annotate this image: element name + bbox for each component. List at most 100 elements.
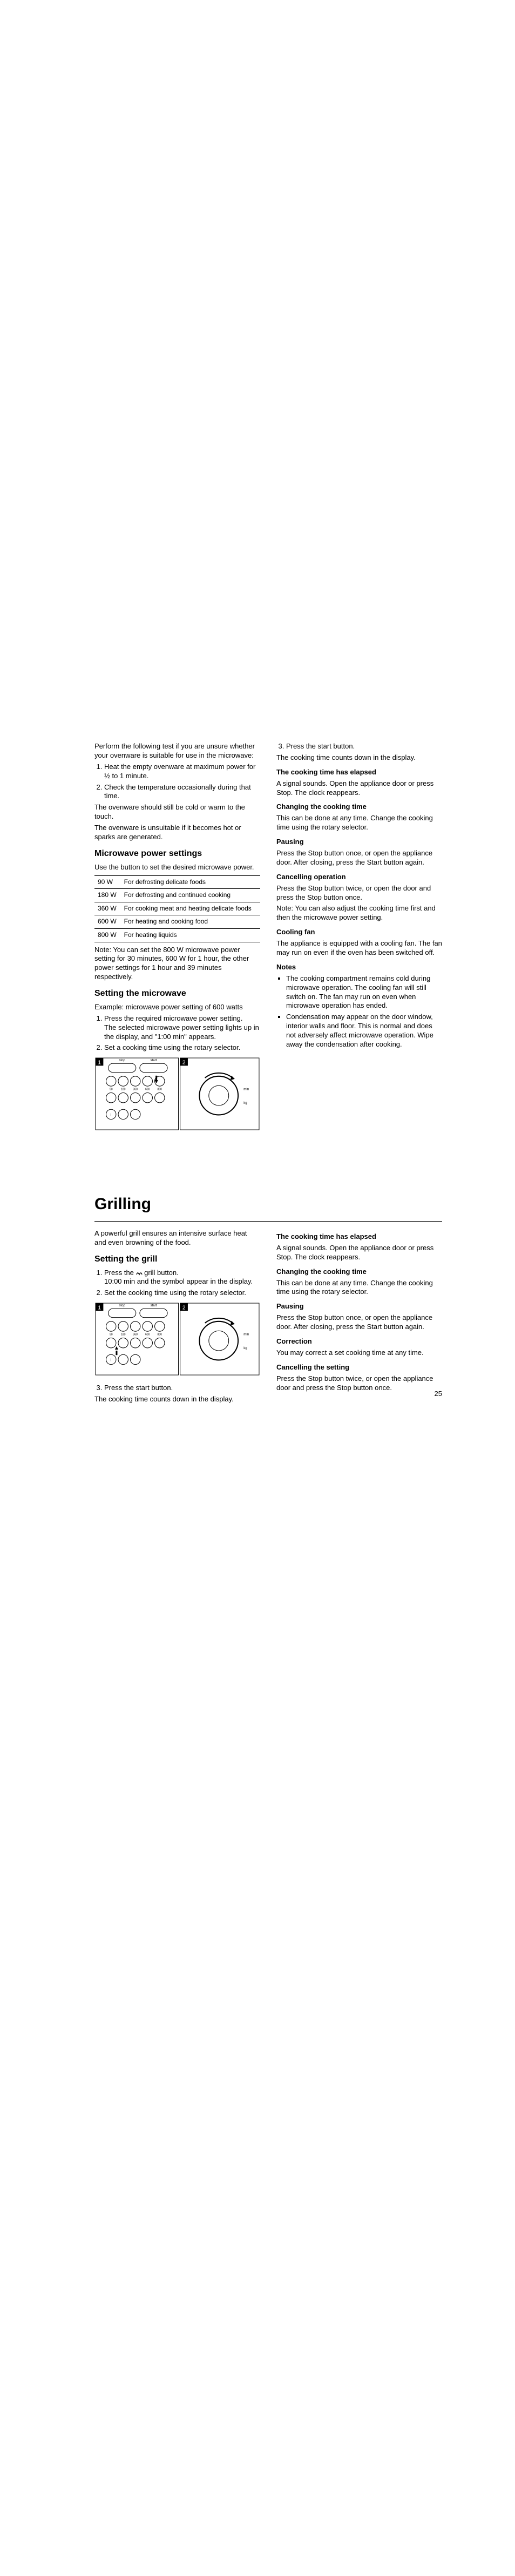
desc-cell: For defrosting delicate foods	[121, 875, 260, 889]
grill-cancel-text: Press the Stop button twice, or open the…	[276, 1374, 442, 1393]
setting-step-2: Set a cooking time using the rotary sele…	[104, 1043, 260, 1053]
notes-list: The cooking compartment remains cold dur…	[276, 974, 442, 1049]
grill-steps: Press the grill button. 10:00 min and th…	[94, 1269, 260, 1298]
elapsed-heading: The cooking time has elapsed	[276, 768, 442, 777]
upper-content: Perform the following test if you are un…	[94, 740, 442, 1138]
svg-text:1: 1	[98, 1060, 101, 1066]
changing-text: This can be done at any time. Change the…	[276, 814, 442, 832]
svg-text:i: i	[111, 1358, 112, 1363]
pausing-text: Press the Stop button once, or open the …	[276, 849, 442, 867]
grilling-heading: Grilling	[94, 1193, 442, 1215]
grill-diagram: 1 2 stop start 90 180 36	[94, 1302, 260, 1379]
grill-changing-text: This can be done at any time. Change the…	[276, 1279, 442, 1297]
result-cold: The ovenware should still be cold or war…	[94, 803, 260, 821]
power-cell: 180 W	[94, 889, 121, 902]
svg-text:stop: stop	[119, 1059, 125, 1063]
desc-cell: For cooking meat and heating delicate fo…	[121, 902, 260, 915]
result-unsuitable: The ovenware is unsuitable if it becomes…	[94, 824, 260, 842]
svg-text:600: 600	[145, 1333, 150, 1337]
test-steps: Heat the empty ovenware at maximum power…	[94, 763, 260, 801]
power-cell: 90 W	[94, 875, 121, 889]
page-number: 25	[435, 1390, 442, 1399]
svg-text:360: 360	[133, 1333, 138, 1337]
grilling-section: Grilling A powerful grill ensures an int…	[94, 1193, 442, 1406]
svg-text:start: start	[151, 1059, 157, 1063]
svg-text:start: start	[151, 1304, 157, 1307]
adjust-note: Note: You can also adjust the cooking ti…	[276, 904, 442, 922]
step-sub: The selected microwave power setting lig…	[104, 1023, 259, 1041]
svg-text:min: min	[243, 1333, 249, 1337]
grill-elapsed-heading: The cooking time has elapsed	[276, 1232, 442, 1242]
grill-pausing-heading: Pausing	[276, 1302, 442, 1311]
example-text: Example: microwave power setting of 600 …	[94, 1003, 260, 1012]
desc-cell: For heating liquids	[121, 928, 260, 942]
grill-right-column: The cooking time has elapsed A signal so…	[276, 1227, 442, 1406]
grill-pausing-text: Press the Stop button once, or open the …	[276, 1313, 442, 1332]
svg-text:min: min	[243, 1088, 249, 1091]
step-text-c: 10:00 min and the symbol appear in the d…	[104, 1277, 253, 1285]
svg-text:2: 2	[182, 1060, 186, 1066]
power-cell: 800 W	[94, 928, 121, 942]
table-row: 90 W For defrosting delicate foods	[94, 875, 260, 889]
power-settings-desc: Use the button to set the desired microw…	[94, 863, 260, 872]
power-settings-table: 90 W For defrosting delicate foods 180 W…	[94, 875, 260, 942]
grill-changing-heading: Changing the cooking time	[276, 1267, 442, 1277]
control-panel-illustration: 1 2 stop start 90	[94, 1057, 260, 1131]
step-1: Heat the empty ovenware at maximum power…	[104, 763, 260, 781]
elapsed-text: A signal sounds. Open the appliance door…	[276, 779, 442, 798]
note-1: The cooking compartment remains cold dur…	[286, 974, 442, 1011]
step-text-a: Press the	[104, 1269, 136, 1277]
svg-text:90: 90	[110, 1088, 113, 1091]
cancel-text: Press the Stop button twice, or open the…	[276, 884, 442, 902]
divider	[94, 1221, 442, 1222]
svg-text:2: 2	[182, 1305, 186, 1311]
right-column: Press the start button. The cooking time…	[276, 740, 442, 1138]
grill-correction-heading: Correction	[276, 1337, 442, 1346]
left-column: Perform the following test if you are un…	[94, 740, 260, 1138]
cooling-text: The appliance is equipped with a cooling…	[276, 939, 442, 957]
svg-text:800: 800	[157, 1088, 162, 1091]
grill-desc: A powerful grill ensures an intensive su…	[94, 1229, 260, 1247]
svg-text:800: 800	[157, 1333, 162, 1337]
grill-icon	[136, 1270, 143, 1276]
grill-panel-illustration: 1 2 stop start 90 180 36	[94, 1302, 260, 1377]
changing-heading: Changing the cooking time	[276, 803, 442, 812]
svg-text:360: 360	[133, 1088, 138, 1091]
note-2: Condensation may appear on the door wind…	[286, 1013, 442, 1049]
power-settings-heading: Microwave power settings	[94, 848, 260, 860]
step-2: Check the temperature occasionally durin…	[104, 783, 260, 801]
step-text-b: grill button.	[144, 1269, 179, 1277]
grill-correction-text: You may correct a set cooking time at an…	[276, 1348, 442, 1358]
pausing-heading: Pausing	[276, 838, 442, 847]
svg-text:kg: kg	[243, 1101, 247, 1105]
countdown-text: The cooking time counts down in the disp…	[276, 753, 442, 763]
grill-left-column: A powerful grill ensures an intensive su…	[94, 1227, 260, 1406]
setting-step-1: Press the required microwave power setti…	[104, 1014, 260, 1042]
svg-text:180: 180	[121, 1333, 126, 1337]
grill-step-2: Set the cooking time using the rotary se…	[104, 1289, 260, 1298]
svg-text:180: 180	[121, 1088, 126, 1091]
grill-step-3: Press the start button.	[104, 1384, 260, 1393]
intro-text: Perform the following test if you are un…	[94, 742, 260, 760]
grill-step-1: Press the grill button. 10:00 min and th…	[104, 1269, 260, 1287]
microwave-diagram: 1 2 stop start 90	[94, 1057, 260, 1134]
svg-text:90: 90	[110, 1333, 113, 1337]
desc-cell: For heating and cooking food	[121, 915, 260, 929]
svg-text:1: 1	[98, 1305, 101, 1311]
power-note: Note: You can set the 800 W microwave po…	[94, 946, 260, 982]
table-row: 600 W For heating and cooking food	[94, 915, 260, 929]
desc-cell: For defrosting and continued cooking	[121, 889, 260, 902]
step-text: Press the required microwave power setti…	[104, 1014, 243, 1022]
table-row: 180 W For defrosting and continued cooki…	[94, 889, 260, 902]
cancel-heading: Cancelling operation	[276, 873, 442, 882]
grill-elapsed-text: A signal sounds. Open the appliance door…	[276, 1244, 442, 1262]
svg-text:600: 600	[145, 1088, 150, 1091]
svg-text:kg: kg	[243, 1346, 247, 1350]
table-row: 360 W For cooking meat and heating delic…	[94, 902, 260, 915]
svg-text:i: i	[111, 1113, 112, 1117]
notes-heading: Notes	[276, 963, 442, 972]
setting-steps: Press the required microwave power setti…	[94, 1014, 260, 1053]
svg-text:stop: stop	[119, 1304, 125, 1307]
setting-microwave-heading: Setting the microwave	[94, 988, 260, 1000]
power-cell: 600 W	[94, 915, 121, 929]
